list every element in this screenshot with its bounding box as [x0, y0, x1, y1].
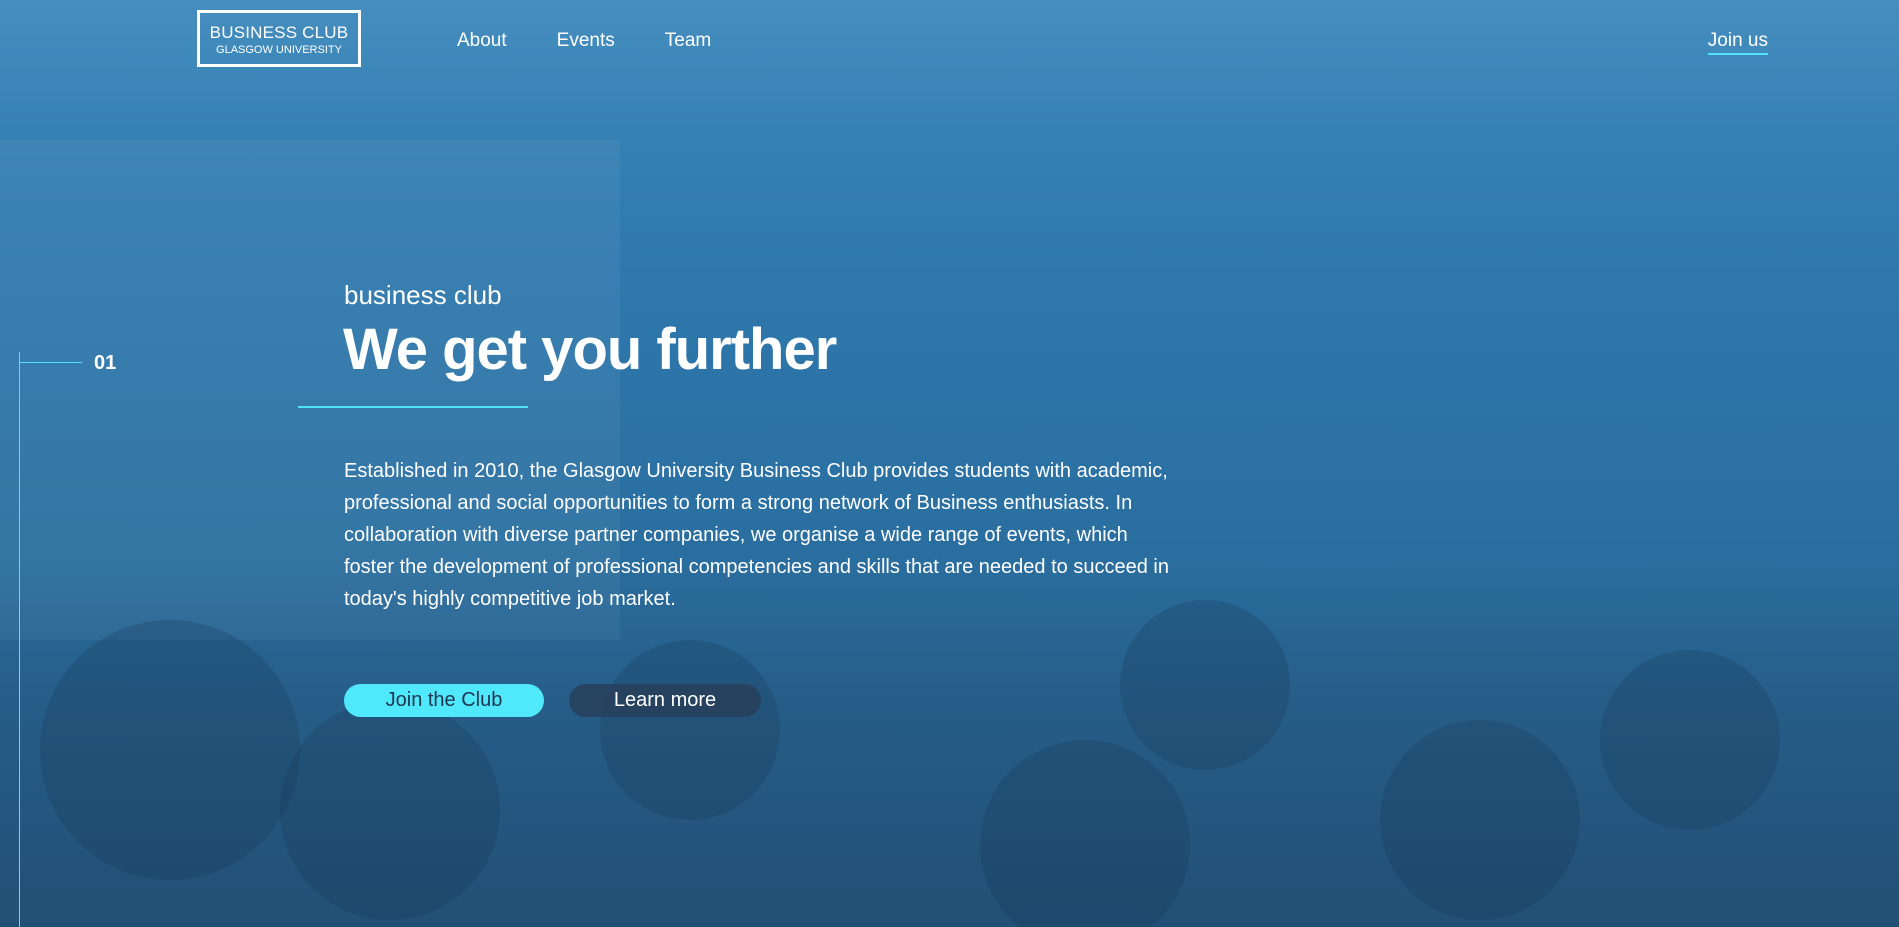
logo-title: BUSINESS CLUB — [209, 23, 349, 42]
hero-eyebrow: business club — [344, 280, 502, 310]
hero-section: BUSINESS CLUB GLASGOW UNIVERSITY About E… — [0, 0, 1899, 927]
logo-subtitle: GLASGOW UNIVERSITY — [216, 44, 342, 56]
join-the-club-button[interactable]: Join the Club — [344, 684, 544, 717]
learn-more-button[interactable]: Learn more — [569, 684, 761, 717]
site-logo[interactable]: BUSINESS CLUB GLASGOW UNIVERSITY — [197, 10, 361, 67]
nav-item-events[interactable]: Events — [557, 30, 615, 52]
background-crowd — [0, 560, 1899, 927]
slide-indicator-line — [19, 352, 20, 927]
slide-number: 01 — [94, 352, 117, 374]
join-us-link[interactable]: Join us — [1707, 30, 1768, 55]
hero-description: Established in 2010, the Glasgow Univers… — [344, 460, 1169, 610]
nav-item-about[interactable]: About — [457, 30, 507, 52]
main-nav: About Events Team — [457, 30, 761, 52]
hero-headline: We get you further — [343, 317, 837, 382]
slide-indicator-tick — [19, 362, 82, 363]
nav-item-team[interactable]: Team — [665, 30, 711, 52]
headline-accent-line — [298, 406, 528, 408]
